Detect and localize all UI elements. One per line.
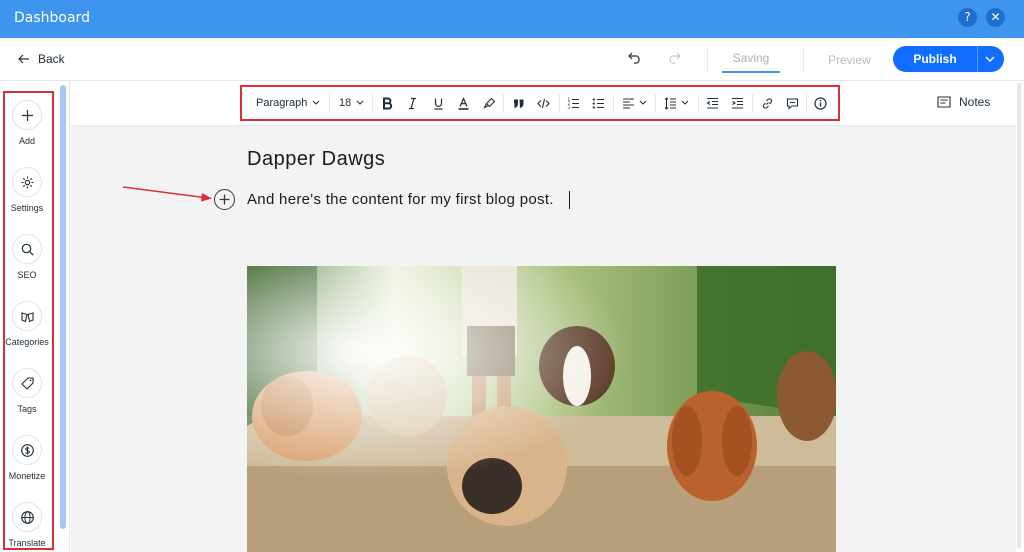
back-label: Back [38,52,65,66]
saving-underline [722,71,780,73]
chevron-down-icon[interactable] [985,55,995,63]
arrow-left-icon [18,54,29,64]
help-icon[interactable]: ? [958,8,977,27]
notes-icon [937,96,951,108]
window-titlebar: Dashboard ? ✕ [0,0,1024,38]
window-title: Dashboard [14,10,90,26]
editor-scrollbar[interactable] [1016,81,1024,552]
undo-icon[interactable] [628,52,642,64]
notes-button[interactable]: Notes [937,95,990,109]
editor-topbar: Back Saving Preview Publish [0,38,1024,81]
text-cursor [569,191,570,209]
publish-divider [977,46,978,72]
toolbar-highlight-box [240,85,840,121]
sidebar-scrollbar[interactable] [60,85,66,529]
publish-button[interactable]: Publish [893,52,977,66]
close-icon[interactable]: ✕ [986,8,1005,27]
annotation-arrow-icon [122,186,212,202]
divider [707,47,708,71]
plus-icon [219,194,230,205]
divider [803,47,804,71]
dogs-photo [247,266,836,552]
scrollbar-thumb[interactable] [1017,83,1021,548]
saving-status: Saving [732,51,770,65]
post-title[interactable]: Dapper Dawgs [247,148,385,171]
preview-button[interactable]: Preview [828,53,871,67]
post-image[interactable] [247,266,836,552]
back-button[interactable]: Back [18,52,65,66]
redo-icon[interactable] [667,52,681,64]
post-body-paragraph[interactable]: And here's the content for my first blog… [247,191,554,208]
notes-label: Notes [959,95,991,109]
sidebar-highlight-box [3,91,54,550]
publish-button-group: Publish [893,46,1004,72]
add-block-button[interactable] [214,189,235,210]
